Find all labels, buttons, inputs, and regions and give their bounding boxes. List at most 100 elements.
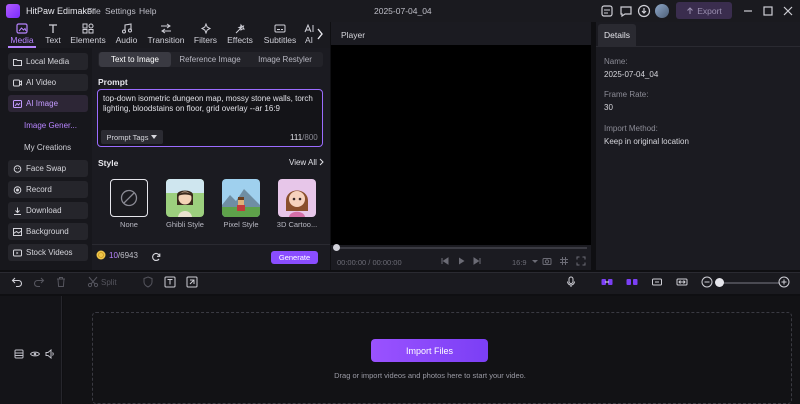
tab-text-to-image[interactable]: Text to Image (99, 52, 171, 67)
style-card-3d-cartoon[interactable] (278, 179, 316, 217)
sidebar-item-ai-video[interactable]: AI Video (8, 74, 88, 91)
redo-icon[interactable] (33, 276, 45, 288)
refresh-icon[interactable] (151, 252, 161, 262)
sidebar-item-download[interactable]: Download (8, 202, 88, 219)
coin-icon (96, 250, 106, 260)
char-max: /800 (302, 133, 318, 142)
playback-scrubber[interactable] (335, 247, 587, 249)
undo-icon[interactable] (11, 276, 23, 288)
sidebar-item-background[interactable]: Background (8, 223, 88, 240)
audio-icon (121, 23, 132, 34)
chevron-right-icon[interactable] (319, 158, 324, 166)
delete-icon[interactable] (55, 276, 67, 288)
tab-text-label: Text (45, 35, 61, 45)
magnet-snap-icon[interactable] (626, 276, 638, 288)
sidebar-item-record[interactable]: Record (8, 181, 88, 198)
message-icon[interactable] (619, 4, 633, 18)
credits-total: /6943 (117, 250, 138, 260)
style-card-pixel[interactable] (222, 179, 260, 217)
drop-hint-text: Drag or import videos and photos here to… (334, 371, 526, 380)
ai-video-icon (13, 79, 22, 86)
prompt-tags-label: Prompt Tags (106, 132, 149, 142)
sidebar-item-stock-videos[interactable]: Stock Videos (8, 244, 88, 261)
sidebar-item-label: Local Media (26, 57, 70, 66)
link-clips-icon[interactable] (601, 276, 613, 288)
grid-icon[interactable] (559, 256, 569, 266)
tab-media[interactable]: Media (8, 23, 36, 48)
ai-image-icon (13, 99, 22, 108)
zoom-out-icon[interactable] (701, 276, 713, 288)
stock-videos-icon (13, 249, 22, 256)
menu-file[interactable]: File (87, 6, 101, 16)
microphone-icon[interactable] (565, 276, 577, 288)
char-counter: 111/800 (290, 133, 318, 142)
player-screen[interactable] (331, 45, 591, 245)
tab-effects-label: Effects (227, 35, 253, 45)
zoom-in-icon[interactable] (778, 276, 790, 288)
sidebar-sub-my-creations[interactable]: My Creations (24, 143, 71, 152)
maximize-icon[interactable] (760, 3, 776, 19)
visibility-eye-icon[interactable] (30, 349, 40, 359)
tab-ai[interactable]: AI (304, 23, 314, 47)
download-status-icon[interactable] (637, 4, 651, 18)
previous-frame-icon[interactable] (440, 256, 450, 266)
ghibli-style-thumbnail (166, 179, 204, 217)
split-icon[interactable] (87, 276, 99, 288)
aspect-ratio-selector[interactable]: 16:9 (512, 258, 527, 267)
tab-filters[interactable]: Filters (193, 23, 218, 47)
tab-text[interactable]: Text (42, 23, 64, 47)
sidebar-item-label: AI Video (26, 78, 57, 87)
record-icon (13, 185, 22, 194)
tab-details[interactable]: Details (598, 24, 636, 46)
sidebar-item-label: Download (26, 206, 62, 215)
menu-help[interactable]: Help (139, 6, 156, 16)
pixel-style-thumbnail (222, 179, 260, 217)
export-button[interactable]: Export (676, 2, 732, 19)
view-all-link[interactable]: View All (289, 158, 317, 167)
fullscreen-icon[interactable] (576, 256, 586, 266)
sticker-icon[interactable] (186, 276, 198, 288)
snapshot-icon[interactable] (542, 256, 552, 266)
fit-timeline-icon[interactable] (676, 276, 688, 288)
sidebar-item-local-media[interactable]: Local Media (8, 53, 88, 70)
tab-subtitles[interactable]: Subtitles (262, 23, 298, 47)
minimize-icon[interactable] (740, 3, 756, 19)
zoom-slider[interactable] (718, 282, 780, 284)
style-label-ghibli: Ghibli Style (166, 220, 204, 229)
tab-image-restyler[interactable]: Image Restyler (249, 52, 321, 67)
sidebar-sub-image-generator[interactable]: Image Gener... (24, 121, 77, 130)
cartoon-style-thumbnail (278, 179, 316, 217)
text-box-icon[interactable] (164, 276, 176, 288)
next-frame-icon[interactable] (472, 256, 482, 266)
sidebar-item-label: Face Swap (26, 164, 67, 173)
volume-icon[interactable] (45, 349, 55, 359)
zoom-slider-handle[interactable] (715, 278, 724, 287)
sidebar-item-face-swap[interactable]: Face Swap (8, 160, 88, 177)
generate-button[interactable]: Generate (271, 251, 318, 264)
caret-down-icon[interactable] (530, 256, 540, 266)
split-label[interactable]: Split (101, 278, 117, 287)
style-label-none: None (120, 220, 138, 229)
tab-effects[interactable]: Effects (226, 23, 254, 47)
style-card-none[interactable] (110, 179, 148, 217)
tab-transition[interactable]: Transition (146, 23, 186, 47)
tab-elements[interactable]: Elements (70, 23, 106, 47)
tab-audio[interactable]: Audio (113, 23, 140, 47)
chevron-right-icon[interactable] (316, 28, 324, 40)
detail-import-method-label: Import Method: (604, 124, 658, 133)
scrubber-handle[interactable] (333, 244, 340, 251)
project-title: 2025-07-04_04 (374, 6, 432, 16)
caret-down-icon (151, 135, 158, 139)
shield-icon[interactable] (142, 276, 154, 288)
close-icon[interactable] (780, 3, 796, 19)
crop-clip-icon[interactable] (651, 276, 663, 288)
tab-reference-image[interactable]: Reference Image (174, 52, 246, 67)
notes-icon[interactable] (600, 4, 614, 18)
play-icon[interactable] (456, 256, 466, 266)
import-files-button[interactable]: Import Files (371, 339, 488, 362)
prompt-tags-dropdown[interactable]: Prompt Tags (101, 130, 163, 144)
style-card-ghibli[interactable] (166, 179, 204, 217)
menu-settings[interactable]: Settings (105, 6, 136, 16)
sidebar-item-ai-image[interactable]: AI Image (8, 95, 88, 112)
avatar[interactable] (655, 4, 669, 18)
